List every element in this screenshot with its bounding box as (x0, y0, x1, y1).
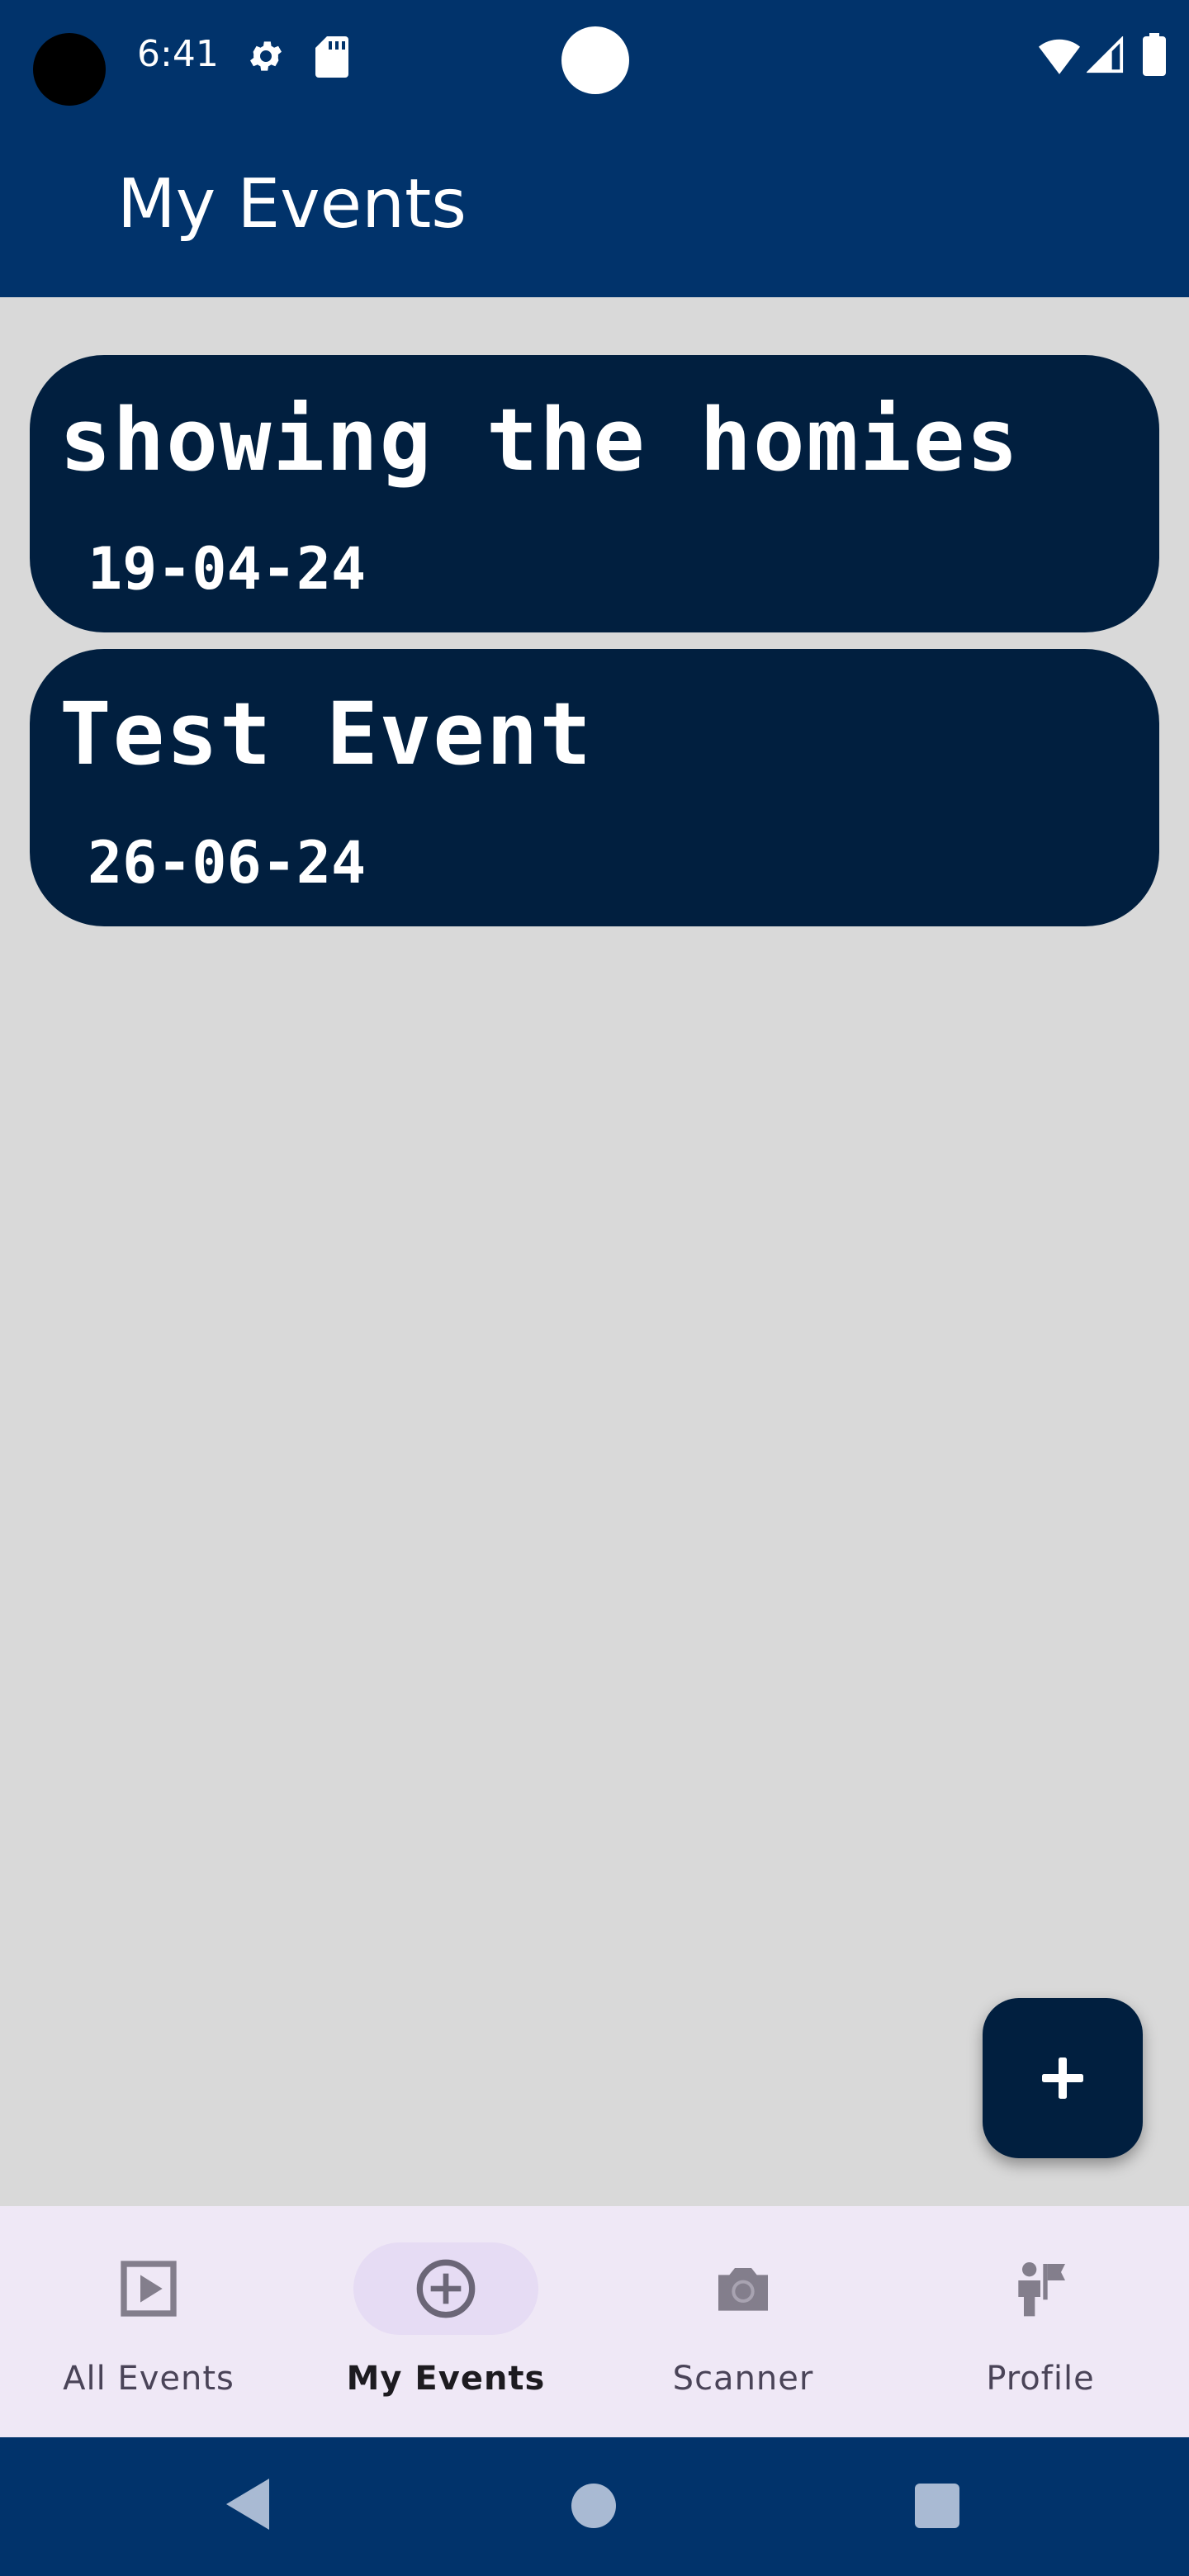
event-date: 19-04-24 (88, 535, 367, 603)
nav-label: All Events (63, 2360, 234, 2398)
person-flag-icon (1018, 2262, 1065, 2317)
play-box-icon (121, 2261, 177, 2317)
wifi-icon (1039, 39, 1080, 74)
nav-item-scanner[interactable]: Scanner (594, 2206, 892, 2437)
event-card[interactable]: Test Event 26-06-24 (30, 649, 1159, 926)
recent-apps-icon[interactable] (915, 2484, 959, 2528)
home-icon[interactable] (571, 2484, 616, 2528)
add-event-button[interactable] (983, 1998, 1143, 2158)
event-date: 26-06-24 (88, 829, 367, 897)
gear-icon (250, 41, 282, 71)
back-icon[interactable] (223, 2475, 272, 2533)
nav-label: Profile (986, 2360, 1095, 2398)
cell-signal-icon (1087, 36, 1124, 73)
nav-item-profile[interactable]: Profile (892, 2206, 1189, 2437)
sd-card-icon (315, 36, 348, 78)
status-time: 6:41 (137, 33, 219, 75)
event-name: Test Event (59, 684, 594, 784)
front-camera-dot (561, 26, 629, 94)
event-name: showing the homies (59, 390, 1021, 490)
nav-label: Scanner (672, 2360, 814, 2398)
nav-item-all-events[interactable]: All Events (0, 2206, 297, 2437)
add-circle-icon (416, 2259, 476, 2318)
page-title: My Events (117, 165, 467, 244)
nav-label: My Events (346, 2360, 546, 2398)
plus-icon (1042, 2057, 1083, 2099)
nav-item-my-events[interactable]: My Events (297, 2206, 594, 2437)
bottom-navigation: All Events My Events Scanner Profile (0, 2206, 1189, 2437)
camera-icon (718, 2268, 768, 2311)
camera-cutout (33, 33, 106, 106)
event-card[interactable]: showing the homies 19-04-24 (30, 355, 1159, 632)
battery-icon (1143, 33, 1166, 76)
